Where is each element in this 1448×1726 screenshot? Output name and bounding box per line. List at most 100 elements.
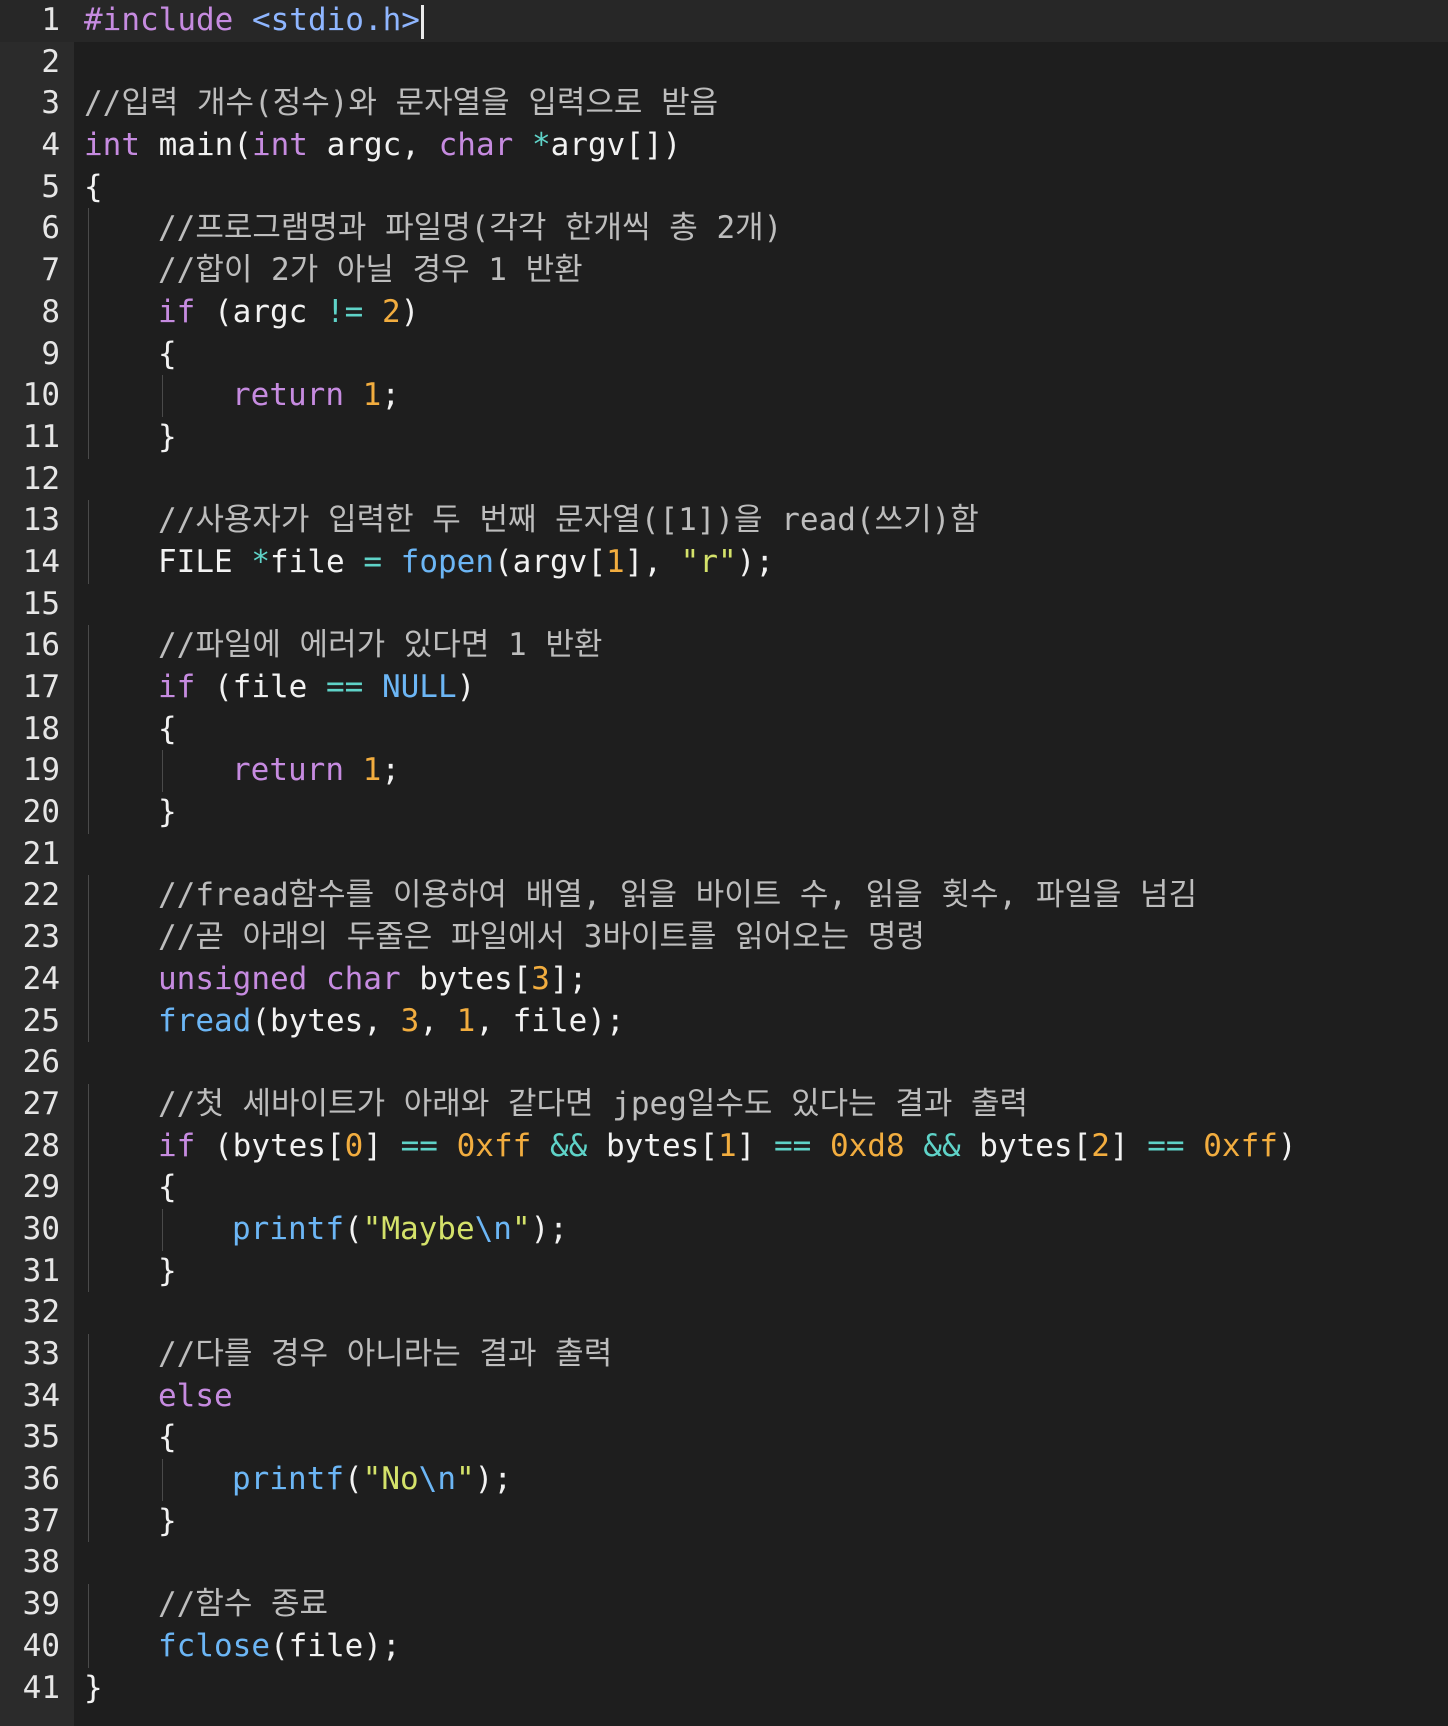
code-lines[interactable]: 1 #include <stdio.h> 2 3//입력 개수(정수)와 문자열을 입… xyxy=(0,0,1448,1709)
code-line[interactable]: 12 xyxy=(0,459,1448,501)
line-number: 41 xyxy=(22,1669,60,1706)
code-line[interactable]: 3 //입력 개수(정수)와 문자열을 입력으로 받음 xyxy=(0,83,1448,125)
indent-guide xyxy=(88,416,89,459)
indent-guide xyxy=(88,1250,89,1293)
code-line[interactable]: 23 //곧 아래의 두줄은 파일에서 3바이트를 읽어오는 명령 xyxy=(0,917,1448,959)
line-code: { xyxy=(84,1167,177,1209)
line-number: 38 xyxy=(22,1544,60,1581)
code-token-operator: * xyxy=(531,127,551,164)
indent-guide xyxy=(88,1334,89,1376)
code-line[interactable]: 26 xyxy=(0,1042,1448,1084)
line-code: { xyxy=(84,167,103,209)
line-number: 28 xyxy=(22,1127,60,1164)
code-token: (file); xyxy=(269,1627,401,1664)
code-token: } xyxy=(158,1502,177,1539)
code-line[interactable]: 37} xyxy=(0,1500,1448,1543)
code-line[interactable]: 29 { xyxy=(0,1167,1448,1209)
code-line[interactable]: 39 //함수 종료 xyxy=(0,1584,1448,1626)
code-line[interactable]: 34 else xyxy=(0,1375,1448,1418)
line-number: 9 xyxy=(41,335,60,372)
line-code: if (bytes[0] == 0xff && bytes[1] == 0xd8… xyxy=(84,1125,1297,1168)
indent-guide xyxy=(88,875,89,918)
code-line[interactable]: 5{ xyxy=(0,167,1448,209)
line-code: //함수 종료 xyxy=(84,1584,328,1626)
code-line[interactable]: 41} xyxy=(0,1668,1448,1710)
code-line[interactable]: 30 printf("Maybe\n"); xyxy=(0,1208,1448,1251)
code-line[interactable]: 27 //첫 세바이트가 아래와 같다면 jpeg일수도 있다는 결과 출력 xyxy=(0,1083,1448,1126)
code-line[interactable]: 11} xyxy=(0,416,1448,459)
code-line[interactable]: 16 //파일에 에러가 있다면 1 반환 xyxy=(0,625,1448,667)
line-number: 32 xyxy=(22,1294,60,1331)
code-line[interactable]: 1 #include <stdio.h> xyxy=(0,0,1448,42)
code-token-function: printf xyxy=(232,1210,344,1247)
code-line[interactable]: 21 xyxy=(0,834,1448,876)
line-number: 15 xyxy=(22,585,60,622)
line-number: 8 xyxy=(41,293,60,330)
line-number: 21 xyxy=(22,835,60,872)
code-line[interactable]: 40 fclose(file); xyxy=(0,1625,1448,1668)
code-line[interactable]: 4 int main(int argc, char *argv[]) xyxy=(0,125,1448,167)
code-line[interactable]: 24 unsigned char bytes[3]; xyxy=(0,958,1448,1001)
code-token: , xyxy=(419,1002,457,1039)
code-line[interactable]: 15 xyxy=(0,584,1448,626)
code-line[interactable]: 10 return 1; xyxy=(0,375,1448,417)
code-line[interactable]: 9{ xyxy=(0,333,1448,376)
code-token-number: 2 xyxy=(381,293,401,330)
code-line[interactable]: 31} xyxy=(0,1250,1448,1293)
code-token-keyword: else xyxy=(158,1377,233,1414)
code-line[interactable]: 18 { xyxy=(0,708,1448,751)
line-number: 34 xyxy=(22,1377,60,1414)
code-line[interactable]: 7 //합이 2가 아닐 경우 1 반환 xyxy=(0,250,1448,292)
line-number: 39 xyxy=(22,1586,60,1623)
line-code: //파일에 에러가 있다면 1 반환 xyxy=(84,625,602,667)
code-line[interactable]: 38 xyxy=(0,1542,1448,1584)
code-token-operator: = xyxy=(363,543,382,580)
code-line[interactable]: 20} xyxy=(0,792,1448,834)
code-token: argc, xyxy=(307,127,439,164)
code-token-comment: //함수 종료 xyxy=(158,1586,329,1623)
code-line[interactable]: 17 if (file == NULL) xyxy=(0,667,1448,709)
line-code: //곧 아래의 두줄은 파일에서 3바이트를 읽어오는 명령 xyxy=(84,917,925,959)
code-line[interactable]: 6 //프로그램명과 파일명(각각 한개씩 총 2개) xyxy=(0,208,1448,251)
code-line[interactable]: 35 { xyxy=(0,1417,1448,1460)
code-line[interactable]: 2 xyxy=(0,42,1448,84)
code-line[interactable]: 22 //fread함수를 이용하여 배열, 읽을 바이트 수, 읽을 횟수, 파… xyxy=(0,875,1448,918)
code-line[interactable]: 13 //사용자가 입력한 두 번째 문자열([1])을 read(쓰기)함 xyxy=(0,500,1448,542)
code-line[interactable]: 19 return 1; xyxy=(0,750,1448,793)
line-code: fread(bytes, 3, 1, file); xyxy=(84,1000,625,1043)
indent-guide xyxy=(162,1208,163,1251)
code-token-keyword: if xyxy=(158,1127,196,1164)
indent-guide xyxy=(88,917,89,959)
code-line[interactable]: 28 if (bytes[0] == 0xff && bytes[1] == 0x… xyxy=(0,1125,1448,1168)
indent-guide xyxy=(88,1500,89,1543)
code-token-include: <stdio.h> xyxy=(251,2,420,38)
indent-guide xyxy=(88,1375,89,1418)
code-token: file xyxy=(270,543,364,580)
code-token: FILE xyxy=(158,543,252,580)
code-token-number: 0xd8 xyxy=(829,1127,905,1164)
line-code: } xyxy=(84,416,177,459)
code-token: { xyxy=(158,710,177,747)
code-line[interactable]: 8 if (argc != 2) xyxy=(0,291,1448,334)
line-number: 31 xyxy=(22,1252,60,1289)
code-token-string: "r" xyxy=(680,543,737,580)
code-line[interactable]: 14 FILE *file = fopen(argv[1], "r"); xyxy=(0,541,1448,584)
code-token-comment: //사용자가 입력한 두 번째 문자열([1])을 read(쓰기)함 xyxy=(158,502,979,539)
code-line[interactable]: 25 fread(bytes, 3, 1, file); xyxy=(0,1000,1448,1043)
line-code: //첫 세바이트가 아래와 같다면 jpeg일수도 있다는 결과 출력 xyxy=(84,1083,1028,1126)
indent-guide xyxy=(88,250,89,292)
code-line[interactable]: 33 //다를 경우 아니라는 결과 출력 xyxy=(0,1334,1448,1376)
indent-guide xyxy=(88,1167,89,1209)
code-token-number: 1 xyxy=(717,1127,737,1164)
code-line[interactable]: 32 xyxy=(0,1292,1448,1334)
line-number: 24 xyxy=(22,960,60,997)
code-token-comment: //파일에 에러가 있다면 1 반환 xyxy=(158,627,603,664)
code-token-function: fopen xyxy=(400,543,494,580)
code-line[interactable]: 36 printf("No\n"); xyxy=(0,1459,1448,1501)
code-editor[interactable]: 1 #include <stdio.h> 2 3//입력 개수(정수)와 문자열을 입… xyxy=(0,0,1448,1726)
code-token-number: 0xff xyxy=(1203,1127,1278,1164)
